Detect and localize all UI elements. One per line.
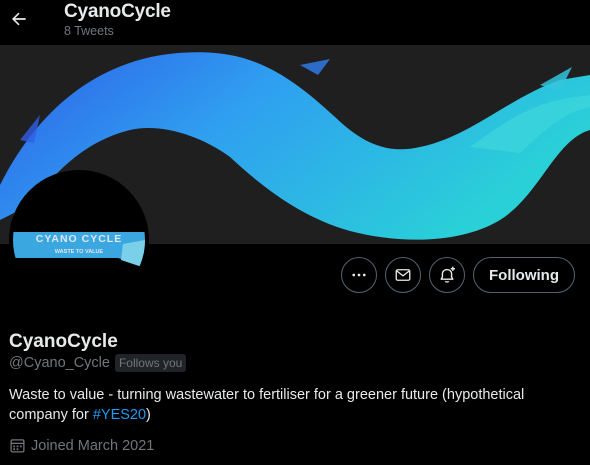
more-options-button[interactable]	[341, 257, 377, 293]
joined-date-row: Joined March 2021	[9, 437, 154, 454]
notifications-button[interactable]	[429, 257, 465, 293]
avatar-logo-subtitle: WASTE TO VALUE	[55, 249, 104, 255]
joined-date: Joined March 2021	[31, 437, 155, 454]
top-bar: CyanoCycle 8 Tweets	[0, 0, 590, 45]
profile-avatar[interactable]: CYANO CYCLE WASTE TO VALUE	[9, 170, 149, 310]
ellipsis-icon	[352, 273, 366, 277]
message-button[interactable]	[385, 257, 421, 293]
envelope-icon	[395, 269, 411, 281]
avatar-logo-title: CYANO CYCLE	[36, 233, 122, 245]
bio-text-end: )	[146, 407, 151, 423]
handle-row: @Cyano_Cycle Follows you	[9, 354, 187, 372]
follows-you-badge: Follows you	[114, 354, 187, 372]
header-title: CyanoCycle	[64, 1, 171, 22]
back-arrow-icon	[12, 12, 26, 26]
tweet-count: 8 Tweets	[64, 24, 114, 38]
avatar-logo: CYANO CYCLE WASTE TO VALUE	[13, 174, 145, 306]
bio-hashtag-link[interactable]: #YES20	[93, 407, 146, 423]
profile-handle: @Cyano_Cycle	[9, 355, 110, 371]
profile-name: CyanoCycle	[9, 331, 118, 352]
calendar-icon	[10, 439, 25, 453]
back-button[interactable]	[4, 4, 34, 34]
bio-text: Waste to value - turning wastewater to f…	[9, 387, 525, 423]
following-button[interactable]: Following	[473, 257, 575, 293]
profile-bio: Waste to value - turning wastewater to f…	[9, 385, 579, 425]
bell-plus-icon	[440, 266, 455, 283]
